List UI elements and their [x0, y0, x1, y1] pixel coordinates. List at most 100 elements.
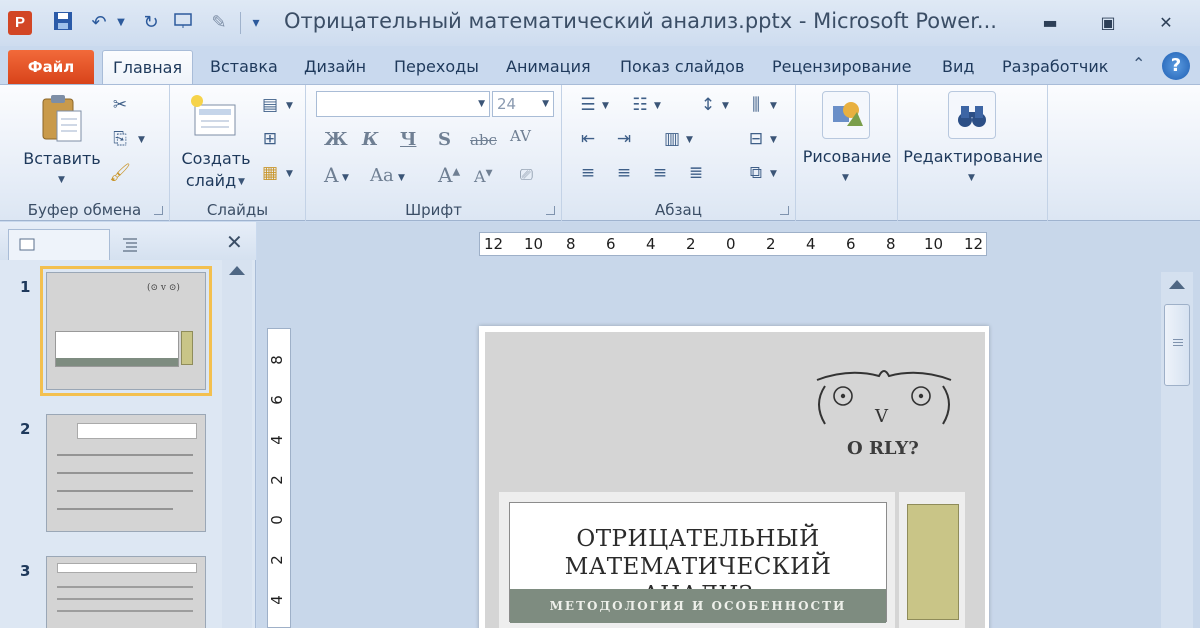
paragraph-launcher-icon[interactable] — [780, 206, 789, 215]
editing-label[interactable]: Редактирование — [898, 147, 1048, 166]
group-editing[interactable]: Редактирование ▼ — [898, 85, 1048, 221]
scroll-thumb[interactable] — [1164, 304, 1190, 386]
line-spacing-icon[interactable]: ↕ — [696, 93, 720, 117]
layout-icon[interactable]: ▤ — [258, 93, 282, 117]
layout-dropdown-icon[interactable]: ▼ — [286, 101, 293, 111]
customize-qat-icon[interactable]: ▾ — [246, 10, 266, 36]
decrease-indent-icon[interactable]: ⇤ — [576, 127, 600, 151]
slideshow-icon[interactable] — [170, 10, 196, 36]
tab-slideshow[interactable]: Показ слайдов — [610, 50, 754, 84]
cut-icon[interactable]: ✂ — [108, 93, 132, 117]
section-dropdown-icon[interactable]: ▼ — [286, 169, 293, 179]
draw-icon[interactable]: ✎ — [206, 10, 232, 36]
scroll-up-icon[interactable] — [1169, 280, 1185, 289]
shadow-icon[interactable]: S — [438, 129, 451, 150]
vertical-scrollbar[interactable] — [1161, 272, 1193, 628]
minimize-icon[interactable]: ▬ — [1036, 10, 1064, 36]
clear-format-icon[interactable]: ⎚ — [520, 165, 533, 185]
text-direction-icon[interactable]: ⫼ — [744, 93, 768, 117]
slide-thumbnail-3[interactable] — [46, 556, 206, 628]
slide-thumbnail-1[interactable]: (⊙ v ⊙) — [40, 266, 212, 396]
tab-file[interactable]: Файл — [8, 50, 94, 84]
numbering-dropdown-icon[interactable]: ▼ — [654, 101, 661, 111]
slide-subtitle[interactable]: МЕТОДОЛОГИЯ И ОСОБЕННОСТИ — [510, 589, 886, 623]
title-placeholder[interactable]: ОТРИЦАТЕЛЬНЫЙ МАТЕМАТИЧЕСКИЙ АНАЛИЗ МЕТО… — [509, 502, 887, 623]
font-launcher-icon[interactable] — [546, 206, 555, 215]
shapes-icon[interactable] — [822, 91, 870, 139]
tab-review[interactable]: Рецензирование — [762, 50, 921, 84]
bullets-icon[interactable]: ☰ — [576, 93, 600, 117]
bold-icon[interactable]: Ж — [324, 129, 348, 150]
tab-developer[interactable]: Разработчик — [992, 50, 1118, 84]
columns-icon[interactable]: ▥ — [660, 127, 684, 151]
align-right-icon[interactable]: ≡ — [648, 161, 672, 185]
current-slide[interactable]: V O RLY? ОТРИЦАТЕЛЬНЫЙ МАТЕМАТИЧЕСКИЙ АН… — [479, 326, 989, 628]
font-color-dropdown-icon[interactable]: ▼ — [342, 173, 349, 183]
font-size-dropdown-icon[interactable]: ▼ — [542, 92, 549, 116]
tab-view[interactable]: Вид — [932, 50, 984, 84]
align-text-icon[interactable]: ⊟ — [744, 127, 768, 151]
copy-icon[interactable]: ⎘ — [108, 127, 132, 151]
drawing-dropdown-icon[interactable]: ▼ — [842, 173, 849, 183]
new-slide-dropdown-icon[interactable]: ▼ — [238, 177, 245, 187]
change-case-icon[interactable]: Aa — [370, 165, 394, 186]
pane-scrollbar[interactable] — [222, 260, 252, 628]
tab-design[interactable]: Дизайн — [294, 50, 376, 84]
paste-dropdown-icon[interactable]: ▼ — [58, 175, 65, 185]
align-center-icon[interactable]: ≡ — [612, 161, 636, 185]
paste-icon[interactable] — [36, 93, 88, 145]
align-left-icon[interactable]: ≡ — [576, 161, 600, 185]
tab-transitions[interactable]: Переходы — [384, 50, 489, 84]
tab-outline[interactable] — [112, 229, 216, 260]
section-icon[interactable]: ▦ — [258, 161, 282, 185]
copy-dropdown-icon[interactable]: ▼ — [138, 135, 145, 145]
editing-dropdown-icon[interactable]: ▼ — [968, 173, 975, 183]
smartart-icon[interactable]: ⧉ — [744, 161, 768, 185]
font-size-input[interactable]: 24 ▼ — [492, 91, 554, 117]
binoculars-icon[interactable] — [948, 91, 996, 139]
strikethrough-icon[interactable]: abc — [470, 131, 497, 149]
justify-icon[interactable]: ≣ — [684, 161, 708, 185]
slide-thumbnail-2[interactable] — [46, 414, 206, 532]
undo-dropdown-icon[interactable]: ▼ — [114, 10, 128, 36]
underline-icon[interactable]: Ч — [400, 129, 416, 150]
line-spacing-dropdown-icon[interactable]: ▼ — [722, 101, 729, 111]
char-spacing-icon[interactable]: AV — [510, 127, 531, 145]
help-icon[interactable]: ? — [1162, 52, 1190, 80]
numbering-icon[interactable]: ☷ — [628, 93, 652, 117]
clipboard-launcher-icon[interactable] — [154, 206, 163, 215]
font-name-dropdown-icon[interactable]: ▼ — [478, 92, 485, 116]
tab-slides-thumbnails[interactable] — [8, 229, 110, 260]
close-pane-icon[interactable]: ✕ — [226, 230, 243, 254]
paste-button[interactable]: Вставить — [14, 149, 110, 168]
align-text-dropdown-icon[interactable]: ▼ — [770, 135, 777, 145]
italic-icon[interactable]: К — [362, 129, 378, 150]
drawing-label[interactable]: Рисование — [796, 147, 898, 166]
close-window-icon[interactable]: ✕ — [1152, 10, 1180, 36]
new-slide-icon[interactable] — [188, 93, 240, 143]
bullets-dropdown-icon[interactable]: ▼ — [602, 101, 609, 111]
minimize-ribbon-icon[interactable]: ⌃ — [1132, 54, 1145, 73]
font-color-icon[interactable]: A — [324, 163, 338, 187]
change-case-dropdown-icon[interactable]: ▼ — [398, 173, 405, 183]
new-slide-label-2[interactable]: слайд — [174, 171, 248, 190]
tab-home[interactable]: Главная — [102, 50, 194, 84]
format-painter-icon[interactable]: 🖌 — [108, 161, 132, 185]
powerpoint-app-icon[interactable]: P — [8, 11, 32, 35]
grow-font-icon[interactable]: A▲ — [438, 163, 460, 187]
shrink-font-icon[interactable]: A▼ — [474, 167, 492, 186]
text-direction-dropdown-icon[interactable]: ▼ — [770, 101, 777, 111]
group-drawing[interactable]: Рисование ▼ — [796, 85, 898, 221]
smartart-dropdown-icon[interactable]: ▼ — [770, 169, 777, 179]
scroll-up-icon[interactable] — [229, 266, 245, 275]
font-name-input[interactable]: ▼ — [316, 91, 490, 117]
tab-insert[interactable]: Вставка — [200, 50, 288, 84]
maximize-icon[interactable]: ▣ — [1094, 10, 1122, 36]
undo-icon[interactable]: ↶ — [86, 10, 112, 36]
tab-animations[interactable]: Анимация — [496, 50, 601, 84]
increase-indent-icon[interactable]: ⇥ — [612, 127, 636, 151]
save-icon[interactable] — [50, 10, 76, 36]
columns-dropdown-icon[interactable]: ▼ — [686, 135, 693, 145]
reset-icon[interactable]: ⊞ — [258, 127, 282, 151]
redo-icon[interactable]: ↻ — [138, 10, 164, 36]
